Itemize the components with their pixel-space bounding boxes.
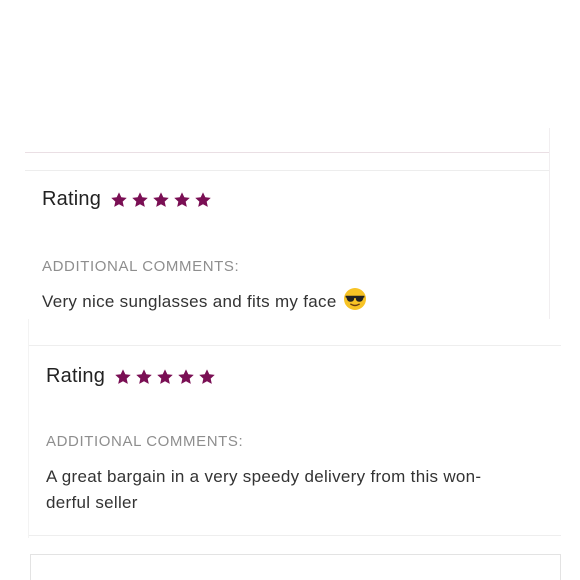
comments-heading: ADDITIONAL COMMENTS: — [42, 258, 240, 275]
star-icon — [173, 191, 191, 209]
comments-heading: ADDITIONAL COMMENTS: — [46, 433, 244, 450]
star-icon — [135, 368, 153, 386]
review-card: Rating ADDITIONAL COMMENTS: Very nice su… — [25, 128, 550, 328]
comment-line: A great bargain in a very speedy deliver… — [46, 467, 482, 486]
next-review-card-edge — [30, 554, 561, 580]
star-rating — [110, 191, 215, 209]
comment-text: A great bargain in a very speedy deliver… — [46, 464, 551, 516]
star-rating — [114, 368, 219, 386]
sunglasses-emoji-icon — [343, 287, 367, 319]
divider — [25, 170, 549, 171]
star-icon — [131, 191, 149, 209]
divider — [25, 152, 549, 153]
divider — [29, 345, 561, 346]
star-icon — [177, 368, 195, 386]
reviews-screenshot: Rating ADDITIONAL COMMENTS: Very nice su… — [0, 0, 580, 580]
rating-row: Rating — [42, 188, 215, 211]
rating-row: Rating — [46, 365, 219, 388]
star-icon — [194, 191, 212, 209]
comment-line: derful seller — [46, 493, 138, 512]
rating-label: Rating — [46, 365, 106, 387]
comment-body: Very nice sunglasses and fits my face — [42, 292, 337, 311]
star-icon — [114, 368, 132, 386]
star-icon — [110, 191, 128, 209]
review-card: Rating ADDITIONAL COMMENTS: A great barg… — [29, 319, 561, 538]
star-icon — [156, 368, 174, 386]
star-icon — [152, 191, 170, 209]
star-icon — [198, 368, 216, 386]
rating-label: Rating — [42, 188, 102, 210]
comment-text: Very nice sunglasses and fits my face — [42, 287, 367, 319]
divider — [29, 535, 561, 536]
